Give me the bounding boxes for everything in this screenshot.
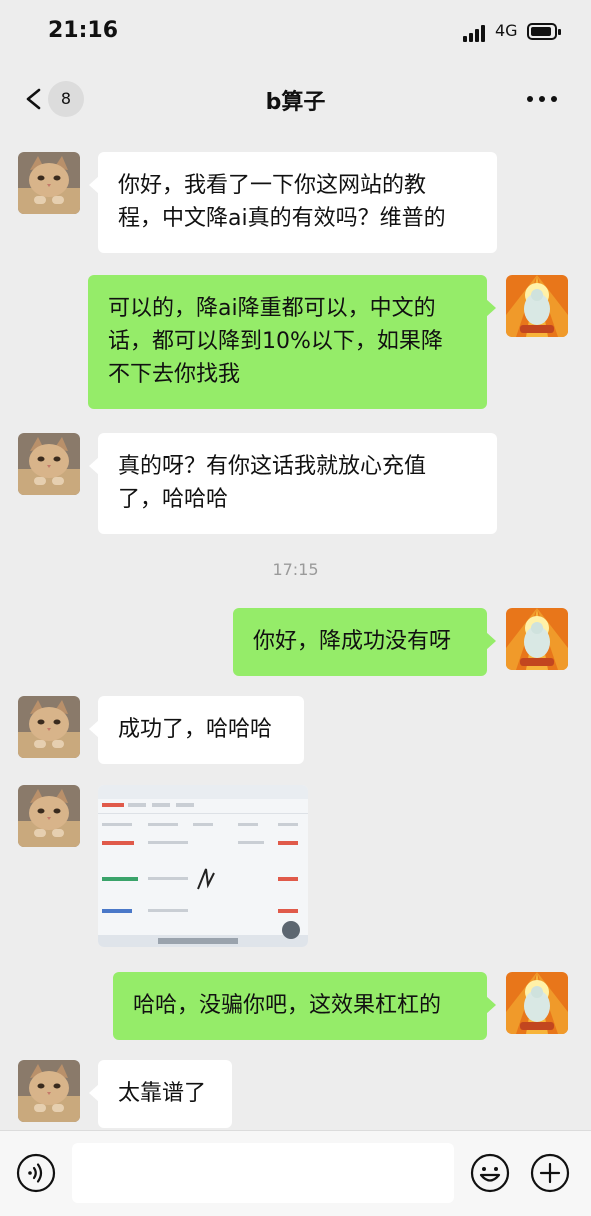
status-bar: 21:16 4G bbox=[0, 0, 591, 66]
cat-avatar-icon bbox=[18, 152, 80, 214]
voice-button[interactable] bbox=[16, 1153, 56, 1193]
message-bubble-sent[interactable]: 你好，降成功没有呀 bbox=[233, 608, 496, 676]
add-button[interactable] bbox=[530, 1153, 570, 1193]
message-line: 你好，我看了一下你这网站的教 bbox=[118, 173, 427, 198]
emoji-button[interactable] bbox=[470, 1153, 510, 1193]
signal-icon bbox=[463, 24, 491, 42]
self-avatar[interactable] bbox=[506, 972, 568, 1034]
chat-header: 8 b算子 bbox=[0, 66, 591, 130]
message-line: 话，都可以降到10%以下，如果降 bbox=[108, 329, 443, 354]
add-icon bbox=[530, 1153, 570, 1193]
message-bubble-received[interactable]: 太靠谱了 bbox=[89, 1060, 232, 1128]
message-line: 可以的，降ai降重都可以，中文的 bbox=[108, 296, 436, 321]
message-line: 太靠谱了 bbox=[118, 1081, 207, 1106]
contact-avatar[interactable] bbox=[18, 433, 80, 495]
cat-avatar-icon bbox=[18, 696, 80, 758]
message-bubble-sent[interactable]: 哈哈，没骗你吧，这效果杠杠的 bbox=[113, 972, 496, 1040]
buddha-avatar-icon bbox=[506, 972, 568, 1034]
voice-icon bbox=[16, 1153, 56, 1193]
self-avatar[interactable] bbox=[506, 608, 568, 670]
message-bubble-received[interactable]: 真的呀？有你这话我就放心充值 了，哈哈哈 bbox=[89, 433, 497, 534]
message-line: 真的呀？有你这话我就放心充值 bbox=[118, 454, 427, 479]
message-line: 了，哈哈哈 bbox=[118, 487, 229, 512]
message-bubble-received[interactable]: 你好，我看了一下你这网站的教 程，中文降ai真的有效吗？维普的 bbox=[89, 152, 497, 253]
message-line: 成功了，哈哈哈 bbox=[118, 717, 273, 742]
message-line: 你好，降成功没有呀 bbox=[253, 629, 452, 654]
status-time: 21:16 bbox=[48, 18, 119, 43]
contact-avatar[interactable] bbox=[18, 152, 80, 214]
message-line: 程，中文降ai真的有效吗？维普的 bbox=[118, 206, 446, 231]
contact-avatar[interactable] bbox=[18, 785, 80, 847]
contact-avatar[interactable] bbox=[18, 1060, 80, 1122]
message-bubble-sent[interactable]: 可以的，降ai降重都可以，中文的 话，都可以降到10%以下，如果降 不下去你找我 bbox=[88, 275, 496, 409]
cat-avatar-icon bbox=[18, 1060, 80, 1122]
cat-avatar-icon bbox=[18, 433, 80, 495]
network-label: 4G bbox=[495, 21, 518, 40]
image-message[interactable] bbox=[98, 785, 308, 947]
time-divider: 17:15 bbox=[272, 560, 319, 579]
buddha-avatar-icon bbox=[506, 275, 568, 337]
battery-icon bbox=[527, 23, 561, 40]
input-bar bbox=[0, 1130, 591, 1216]
contact-avatar[interactable] bbox=[18, 696, 80, 758]
message-line: 哈哈，没骗你吧，这效果杠杠的 bbox=[133, 993, 442, 1018]
cat-avatar-icon bbox=[18, 785, 80, 847]
message-list[interactable]: 你好，我看了一下你这网站的教 程，中文降ai真的有效吗？维普的 可以的，降ai降… bbox=[0, 130, 591, 1130]
emoji-icon bbox=[470, 1153, 510, 1193]
message-input[interactable] bbox=[72, 1143, 454, 1203]
chat-title: b算子 bbox=[265, 90, 326, 115]
self-avatar[interactable] bbox=[506, 275, 568, 337]
more-options-button[interactable] bbox=[524, 88, 560, 108]
screenshot-thumbnail-icon bbox=[98, 785, 308, 947]
message-bubble-received[interactable]: 成功了，哈哈哈 bbox=[89, 696, 304, 764]
message-line: 不下去你找我 bbox=[108, 362, 241, 387]
buddha-avatar-icon bbox=[506, 608, 568, 670]
